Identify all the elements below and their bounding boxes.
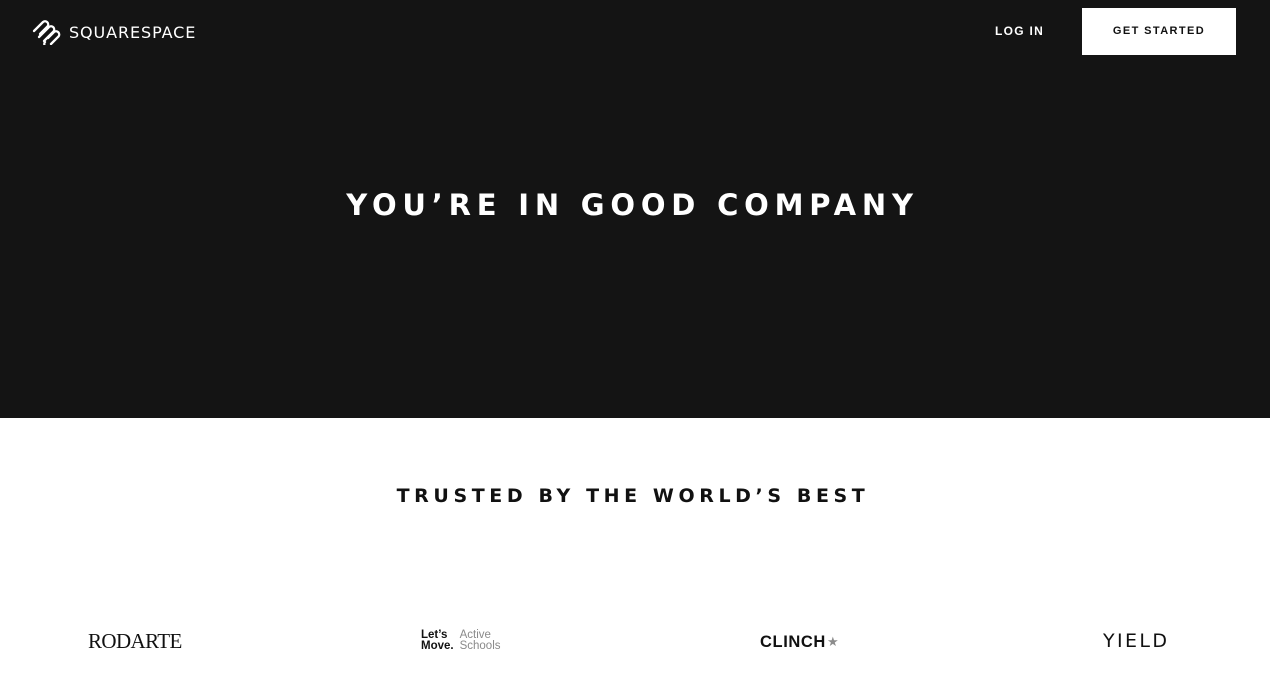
yield-logo: YIELD [1103,630,1170,652]
brand-logo-link[interactable]: SQUARESPACE [32,19,196,45]
get-started-label: GET STARTED [1112,24,1206,37]
rodarte-logo: RODARTE [88,629,182,653]
letsmove-line-2: Move. [421,640,454,652]
trusted-heading: TRUSTED BY THE WORLD’S BEST [396,485,870,507]
brand-name: SQUARESPACE [69,22,197,42]
hero-section: SQUARESPACE LOG IN GET STARTED YOU’RE IN… [0,0,1270,418]
active-schools-line-2: Schools [459,640,501,652]
login-link[interactable]: LOG IN [995,23,1044,39]
clinch-wordmark: CLINCH [760,633,826,651]
letsmove-active-schools-logo: Let’s Move. Active Schools [421,629,501,652]
squarespace-logo-icon [32,20,61,45]
hero-title: YOU’RE IN GOOD COMPANY [346,188,919,222]
letsmove-mark: Let’s Move. [421,629,454,652]
clinch-logo: CLINCH ★ [760,631,839,653]
get-started-button[interactable]: GET STARTED [1082,8,1236,55]
star-icon: ★ [826,634,839,649]
active-schools-mark: Active Schools [459,629,501,652]
